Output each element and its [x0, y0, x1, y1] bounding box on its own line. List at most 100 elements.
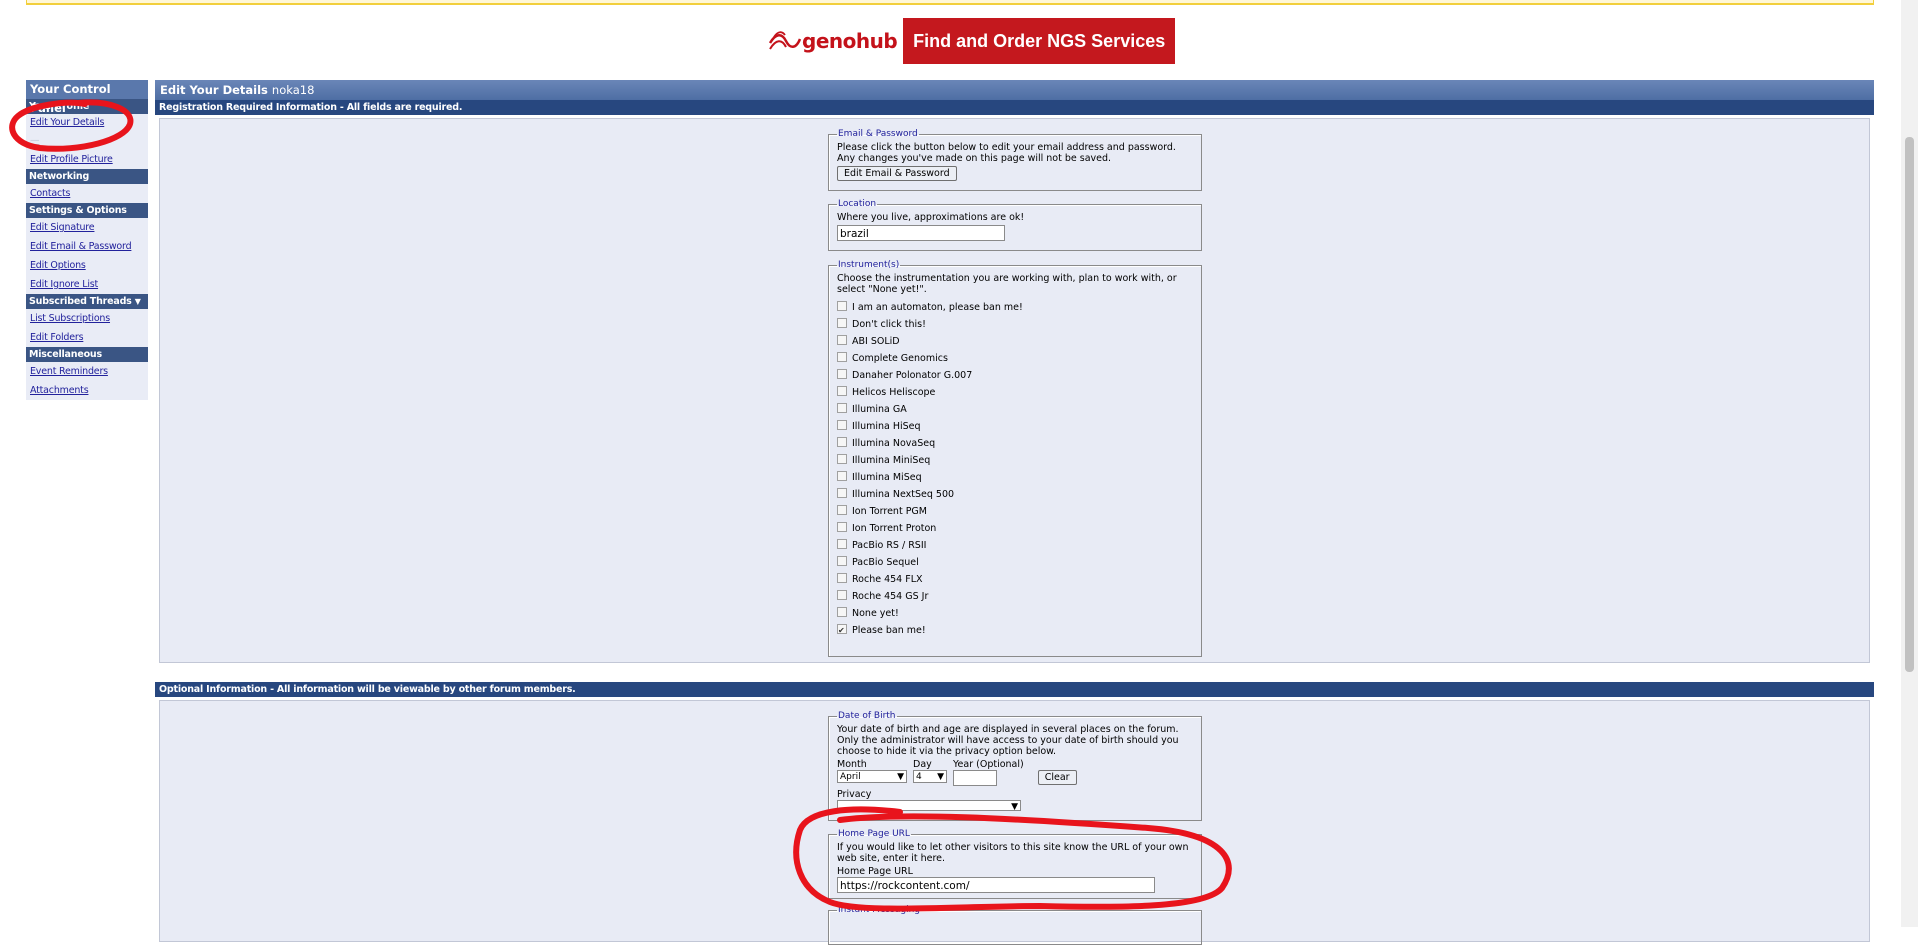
month-value: April: [840, 772, 861, 782]
genohub-banner[interactable]: genohub Find and Order NGS Services: [768, 18, 1176, 64]
instrument-option[interactable]: Please ban me!: [837, 622, 1193, 639]
vertical-scrollbar[interactable]: [1901, 0, 1918, 927]
instrument-checkbox[interactable]: [837, 487, 847, 498]
instrument-option[interactable]: Illumina MiniSeq: [837, 452, 1193, 469]
instrument-label: Illumina HiSeq: [852, 421, 921, 432]
instrument-option[interactable]: Ion Torrent PGM: [837, 503, 1193, 520]
instrument-option[interactable]: None yet!: [837, 605, 1193, 622]
dropdown-arrow-icon: ▼: [897, 772, 904, 782]
required-section: Edit Your Details noka18 Registration Re…: [155, 80, 1874, 663]
instrument-checkbox[interactable]: [837, 572, 847, 583]
instrument-option[interactable]: Illumina HiSeq: [837, 418, 1193, 435]
sidebar-heading-settings-options: Settings & Options: [26, 203, 148, 218]
instrument-option[interactable]: Complete Genomics: [837, 350, 1193, 367]
page-title-username: noka18: [271, 83, 315, 97]
instrument-label: Please ban me!: [852, 625, 926, 636]
instrument-checkbox[interactable]: [837, 470, 847, 481]
year-label: Year (Optional): [953, 759, 1024, 770]
homepage-field-label: Home Page URL: [837, 866, 913, 877]
instrument-label: Ion Torrent PGM: [852, 506, 927, 517]
instrument-checkbox[interactable]: [837, 538, 847, 549]
instrument-label: Roche 454 GS Jr: [852, 591, 929, 602]
optional-panel: Date of Birth Your date of birth and age…: [159, 700, 1870, 945]
genohub-logo[interactable]: genohub: [768, 29, 898, 53]
instrument-checkbox[interactable]: [837, 521, 847, 532]
instrument-option[interactable]: ABI SOLiD: [837, 333, 1193, 350]
instrument-checkbox[interactable]: [837, 334, 847, 345]
location-input[interactable]: brazil: [837, 225, 1005, 241]
instrument-label: None yet!: [852, 608, 899, 619]
instrument-option[interactable]: Danaher Polonator G.007: [837, 367, 1193, 384]
instrument-label: ABI SOLiD: [852, 336, 900, 347]
sidebar-link-list-subscriptions[interactable]: List Subscriptions: [26, 309, 148, 328]
instrument-label: PacBio RS / RSII: [852, 540, 927, 551]
instrument-label: Roche 454 FLX: [852, 574, 923, 585]
instrument-option[interactable]: PacBio Sequel: [837, 554, 1193, 571]
instrument-option[interactable]: Roche 454 FLX: [837, 571, 1193, 588]
scrollbar-thumb[interactable]: [1905, 137, 1914, 672]
instrument-checkbox[interactable]: [837, 606, 847, 617]
sidebar-link-edit-profile-picture[interactable]: Edit Profile Picture: [26, 150, 148, 169]
find-order-ngs-button[interactable]: Find and Order NGS Services: [903, 18, 1176, 64]
instrument-checkbox[interactable]: [837, 453, 847, 464]
instrument-option[interactable]: Illumina NovaSeq: [837, 435, 1193, 452]
sidebar-link-edit-your-details[interactable]: Edit Your Details: [26, 114, 148, 132]
sidebar-heading-subscribed-threads[interactable]: Subscribed Threads ▼: [26, 294, 148, 309]
location-fieldset: Location Where you live, approximations …: [828, 199, 1202, 251]
instrument-option[interactable]: Ion Torrent Proton: [837, 520, 1193, 537]
day-value: 4: [916, 772, 922, 782]
instrument-checkbox[interactable]: [837, 436, 847, 447]
required-header: Registration Required Information - All …: [155, 100, 1874, 115]
instrument-label: Illumina MiniSeq: [852, 455, 931, 466]
instrument-checkbox[interactable]: [837, 368, 847, 379]
instrument-checkbox[interactable]: [837, 589, 847, 600]
instrument-checkbox[interactable]: [837, 300, 847, 311]
instrument-checkbox[interactable]: [837, 622, 847, 639]
sidebar-link-edit-email-password[interactable]: Edit Email & Password: [26, 237, 148, 256]
year-input[interactable]: [953, 770, 997, 786]
instrument-option[interactable]: Helicos Heliscope: [837, 384, 1193, 401]
sidebar-link-attachments[interactable]: Attachments: [26, 381, 148, 400]
instrument-label: I am an automaton, please ban me!: [852, 302, 1023, 313]
instrument-checkbox[interactable]: [837, 504, 847, 515]
instrument-checkbox[interactable]: [837, 351, 847, 362]
instrument-label: PacBio Sequel: [852, 557, 919, 568]
dob-text: Your date of birth and age are displayed…: [837, 724, 1179, 757]
instrument-option[interactable]: Don't click this!: [837, 316, 1193, 333]
sidebar-link-edit-folders[interactable]: Edit Folders: [26, 328, 148, 347]
sidebar-heading-your-profile: Your Profile: [26, 99, 148, 114]
instrument-checkbox[interactable]: [837, 555, 847, 566]
month-select[interactable]: April ▼: [837, 770, 907, 783]
notice-bar: [26, 0, 1874, 5]
dob-fieldset: Date of Birth Your date of birth and age…: [828, 711, 1202, 821]
instrument-list: I am an automaton, please ban me! Don't c…: [837, 299, 1193, 639]
instrument-option[interactable]: Illumina NextSeq 500: [837, 486, 1193, 503]
instrument-option[interactable]: Illumina GA: [837, 401, 1193, 418]
sidebar-link-edit-options[interactable]: Edit Options: [26, 256, 148, 275]
instrument-option[interactable]: I am an automaton, please ban me!: [837, 299, 1193, 316]
privacy-select[interactable]: ▼: [837, 800, 1021, 812]
instrument-checkbox[interactable]: [837, 317, 847, 328]
instrument-option[interactable]: Roche 454 GS Jr: [837, 588, 1193, 605]
location-text: Where you live, approximations are ok!: [837, 212, 1025, 223]
instruments-fieldset: Instrument(s) Choose the instrumentation…: [828, 260, 1202, 657]
dob-legend: Date of Birth: [838, 711, 896, 721]
instrument-checkbox[interactable]: [837, 402, 847, 413]
instrument-option[interactable]: PacBio RS / RSII: [837, 537, 1193, 554]
instrument-checkbox[interactable]: [837, 385, 847, 396]
optional-section: Optional Information - All information w…: [155, 682, 1874, 945]
homepage-url-input[interactable]: https://rockcontent.com/: [837, 877, 1155, 893]
day-select[interactable]: 4 ▼: [913, 770, 947, 783]
sidebar-link-obscured[interactable]: —: [26, 132, 148, 150]
sidebar-link-contacts[interactable]: Contacts: [26, 184, 148, 203]
sidebar-link-edit-ignore-list[interactable]: Edit Ignore List: [26, 275, 148, 294]
sidebar-link-event-reminders[interactable]: Event Reminders: [26, 362, 148, 381]
email-password-fieldset: Email & Password Please click the button…: [828, 129, 1202, 191]
dropdown-arrow-icon: ▼: [1011, 802, 1018, 812]
instrument-option[interactable]: Illumina MiSeq: [837, 469, 1193, 486]
sidebar-link-edit-signature[interactable]: Edit Signature: [26, 218, 148, 237]
edit-email-password-button[interactable]: Edit Email & Password: [837, 166, 957, 181]
instrument-checkbox[interactable]: [837, 419, 847, 430]
sidebar-heading-miscellaneous: Miscellaneous: [26, 347, 148, 362]
clear-dob-button[interactable]: Clear: [1037, 770, 1077, 785]
